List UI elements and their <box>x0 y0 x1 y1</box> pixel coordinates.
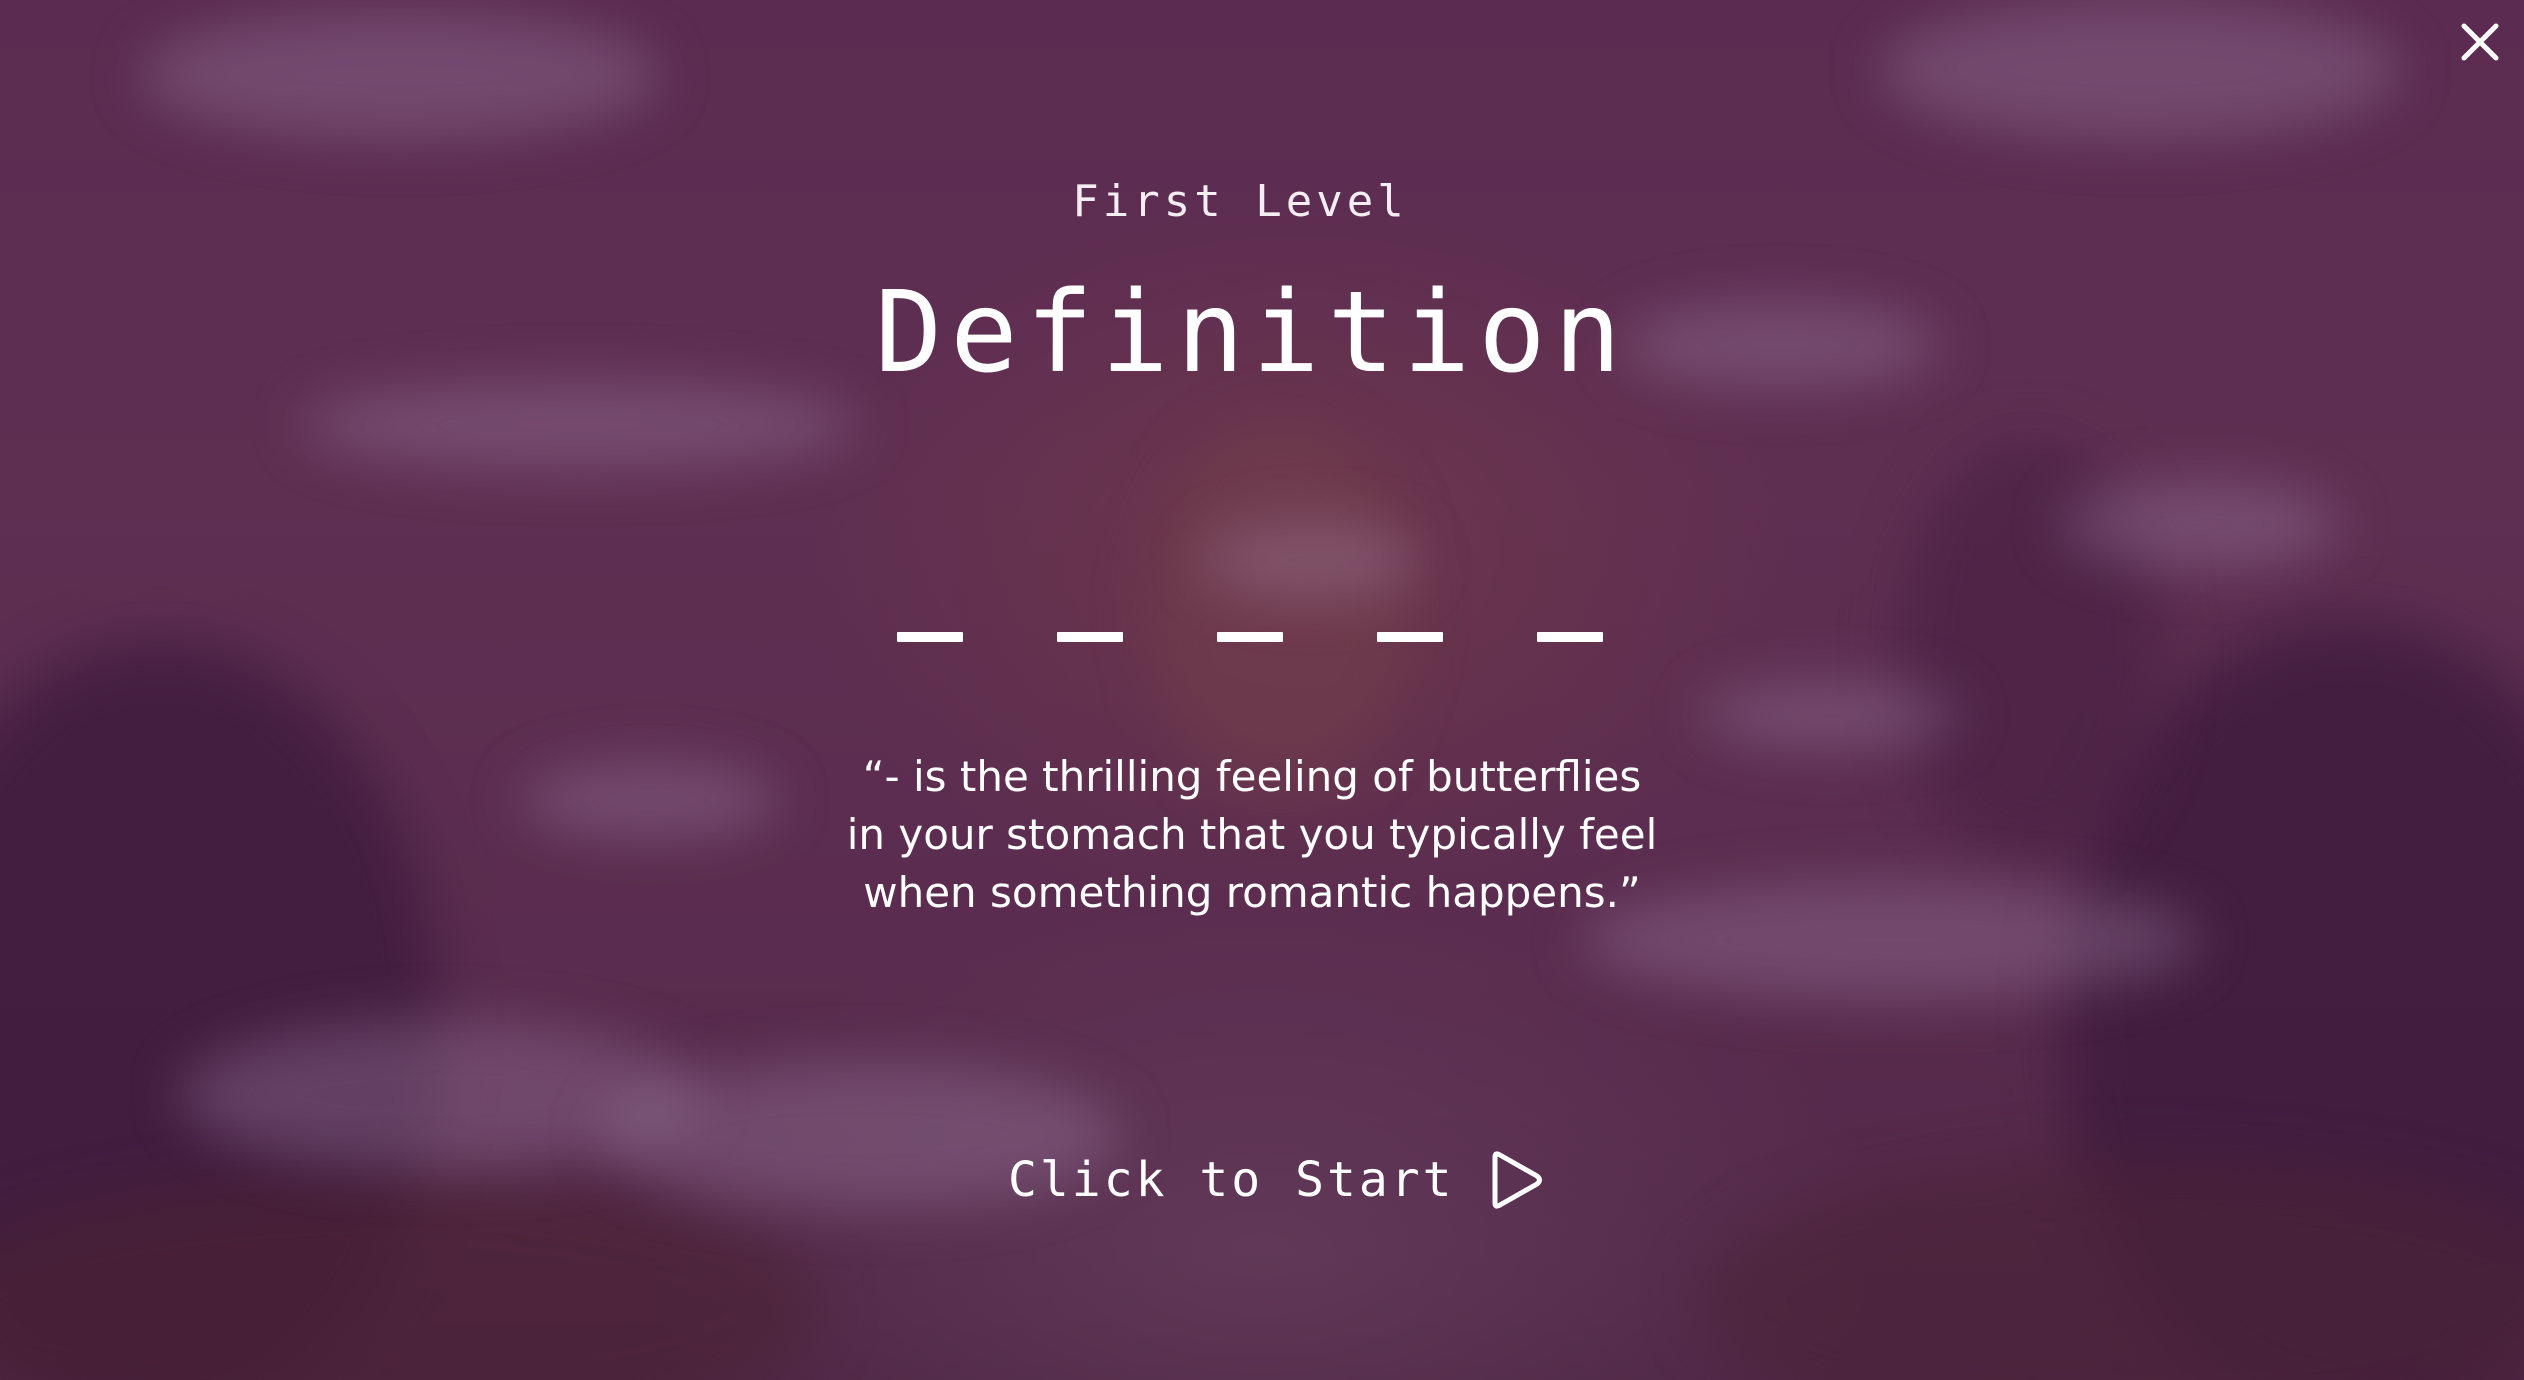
close-icon <box>2461 23 2499 61</box>
letter-slot <box>1217 632 1283 642</box>
start-button[interactable]: Click to Start <box>1008 1146 1545 1214</box>
answer-letter-slots <box>897 632 1617 644</box>
level-subtitle: First Level <box>1072 176 1408 227</box>
definition-line: when something romantic happens.” <box>863 868 1641 917</box>
definition-line: in your stomach that you typically feel <box>846 810 1658 859</box>
definition-clue: “- is the thrilling feeling of butterfli… <box>780 748 1724 922</box>
level-title: Definition <box>874 268 1630 398</box>
letter-slot <box>1377 632 1443 642</box>
letter-slot <box>1057 632 1123 642</box>
close-button[interactable] <box>2452 14 2508 70</box>
start-label: Click to Start <box>1008 1152 1455 1208</box>
play-icon <box>1492 1151 1542 1209</box>
letter-slot <box>897 632 963 642</box>
definition-line: “- is the thrilling feeling of butterfli… <box>862 752 1642 801</box>
letter-slot <box>1537 632 1603 642</box>
